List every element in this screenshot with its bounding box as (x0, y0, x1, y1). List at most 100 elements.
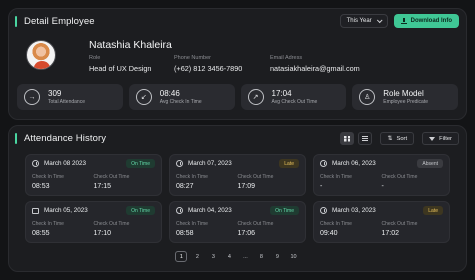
attendance-record-card[interactable]: March 03, 2023 Late Check In Time 09:40 Chec… (313, 201, 450, 243)
stat-label: Avg Check In Time (159, 99, 202, 105)
check-out-label: Check Out Time (93, 174, 130, 180)
attendance-record-card[interactable]: March 04, 2023 On Time Check In Time 08:58 C… (169, 201, 306, 243)
status-badge: On Time (270, 206, 299, 215)
period-select-value: This Year (346, 18, 372, 24)
page-button[interactable]: 10 (287, 251, 299, 262)
attendance-record-card[interactable]: March 08 2023 On Time Check In Time 08:53 Ch… (25, 154, 162, 196)
period-select[interactable]: This Year (339, 14, 388, 28)
detail-actions: This Year Download Info (339, 14, 459, 28)
record-date-row: March 07, 2023 (176, 160, 232, 167)
employee-detail-page: Detail Employee This Year Download Info … (0, 0, 475, 280)
page-button[interactable]: 9 (271, 251, 283, 262)
stat-label: Total Attendance (48, 99, 85, 105)
list-view-button[interactable] (358, 132, 373, 145)
check-out-icon: ↗ (247, 89, 264, 105)
phone-field: Phone Number (+62) 812 3456-7890 (174, 55, 242, 73)
record-date-row: March 04, 2023 (176, 207, 232, 214)
filter-icon (429, 136, 436, 141)
role-field: Role Head of UX Design (89, 55, 151, 73)
attendance-history-card: Attendance History ⇅ Sort Filter March 0… (8, 125, 467, 272)
check-out-col: Check Out Time 17:09 (238, 174, 300, 190)
check-in-label: Check In Time (176, 174, 208, 180)
clock-icon (32, 160, 39, 167)
attendance-record-card[interactable]: March 05, 2023 On Time Check In Time 08:55 C… (25, 201, 162, 243)
attendance-record-card[interactable]: March 06, 2023 Absent Check In Time - Check … (313, 154, 450, 196)
download-info-label: Download Info (410, 18, 452, 24)
record-date: March 07, 2023 (188, 160, 232, 167)
check-in-value: 08:58 (176, 230, 194, 237)
stat-value: 17:04 (271, 89, 292, 98)
check-out-label: Check Out Time (93, 221, 130, 227)
check-in-value: 08:27 (176, 183, 194, 190)
page-button[interactable]: 4 (223, 251, 235, 262)
title-accent-bar (15, 15, 17, 27)
attendance-record-card[interactable]: March 07, 2023 Late Check In Time 08:27 Chec… (169, 154, 306, 196)
check-out-col: Check Out Time 17:15 (94, 174, 156, 190)
role-model-icon: ♙ (359, 89, 376, 105)
record-date: March 05, 2023 (44, 207, 88, 214)
login-arrow-icon: → (24, 89, 40, 105)
page-button[interactable]: 1 (175, 251, 188, 262)
detail-header: Detail Employee This Year Download Info (9, 9, 466, 33)
check-in-col: Check In Time 08:55 (32, 221, 94, 237)
check-in-label: Check In Time (32, 174, 64, 180)
calendar-icon (32, 207, 39, 214)
page-button[interactable]: 2 (191, 251, 203, 262)
check-out-col: Check Out Time 17:02 (382, 221, 444, 237)
avatar (26, 40, 56, 70)
grid-view-button[interactable] (340, 132, 355, 145)
check-out-col: Check Out Time 17:10 (94, 221, 156, 237)
history-toolbar: ⇅ Sort Filter (340, 132, 459, 145)
record-date-row: March 03, 2023 (320, 207, 376, 214)
detail-employee-card: Detail Employee This Year Download Info … (8, 8, 467, 120)
check-in-value: 08:55 (32, 230, 50, 237)
check-out-col: Check Out Time - (382, 174, 444, 190)
check-in-icon: ↙ (135, 89, 152, 105)
download-info-button[interactable]: Download Info (393, 14, 459, 28)
history-title: Attendance History (24, 132, 107, 144)
check-in-value: 09:40 (320, 230, 338, 237)
stat-label: Employee Predicate (383, 99, 428, 105)
employee-name: Natashia Khaleira (89, 39, 172, 51)
download-icon (400, 18, 407, 24)
stat-employee-predicate: ♙ Role Model Employee Predicate (352, 84, 458, 110)
stat-avg-check-in: ↙ 08:46 Avg Check In Time (128, 84, 235, 110)
clock-icon (176, 160, 183, 167)
status-badge: On Time (126, 206, 155, 215)
status-badge: Late (423, 206, 443, 215)
record-date: March 06, 2023 (332, 160, 376, 167)
title-accent-bar (15, 132, 17, 144)
role-label: Role (89, 55, 101, 61)
filter-button[interactable]: Filter (422, 132, 459, 145)
chevron-down-icon (376, 17, 383, 24)
sort-icon: ⇅ (387, 136, 393, 142)
check-in-value: 08:53 (32, 183, 50, 190)
status-badge: Absent (417, 159, 443, 168)
check-in-label: Check In Time (320, 174, 352, 180)
check-out-value: 17:15 (93, 183, 112, 190)
clock-icon (320, 160, 327, 167)
record-date-row: March 06, 2023 (320, 160, 376, 167)
record-date-row: March 05, 2023 (32, 207, 88, 214)
check-out-value: 17:09 (237, 183, 256, 190)
page-button[interactable]: 3 (207, 251, 219, 262)
phone-value: (+62) 812 3456-7890 (174, 64, 243, 73)
check-out-label: Check Out Time (237, 174, 274, 180)
status-badge: Late (279, 159, 299, 168)
detail-title: Detail Employee (24, 15, 95, 27)
clock-icon (176, 207, 183, 214)
record-times: Check In Time 08:53 Check Out Time 17:15 (32, 174, 155, 190)
check-in-label: Check In Time (32, 221, 64, 227)
record-date: March 04, 2023 (188, 207, 232, 214)
stat-label: Avg Check Out Time (271, 99, 318, 105)
stat-value: Role Model (383, 89, 424, 98)
email-value: natasiakhaleira@gmail.com (270, 64, 360, 73)
check-in-label: Check In Time (320, 221, 352, 227)
check-out-col: Check Out Time 17:06 (238, 221, 300, 237)
list-icon (362, 136, 369, 141)
check-in-label: Check In Time (176, 221, 208, 227)
record-times: Check In Time 09:40 Check Out Time 17:02 (320, 221, 443, 237)
sort-button[interactable]: ⇅ Sort (380, 132, 415, 145)
record-times: Check In Time - Check Out Time - (320, 174, 443, 190)
page-button[interactable]: 8 (255, 251, 267, 262)
